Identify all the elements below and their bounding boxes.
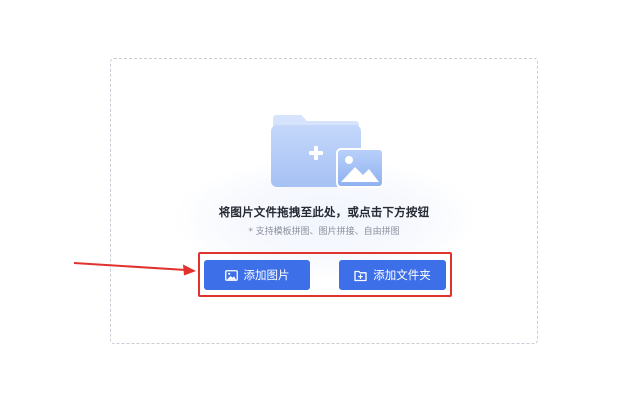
supported-modes-hint: * 支持模板拼图、图片拼接、自由拼图 bbox=[248, 227, 400, 237]
upload-dropzone[interactable]: 将图片文件拖拽至此处，或点击下方按钮 * 支持模板拼图、图片拼接、自由拼图 bbox=[110, 58, 538, 344]
annotation-arrow-icon bbox=[73, 262, 196, 276]
folder-plus-image-icon bbox=[271, 115, 384, 188]
drop-instruction: 将图片文件拖拽至此处，或点击下方按钮 bbox=[218, 205, 430, 219]
buttons-highlight-box bbox=[198, 252, 452, 297]
